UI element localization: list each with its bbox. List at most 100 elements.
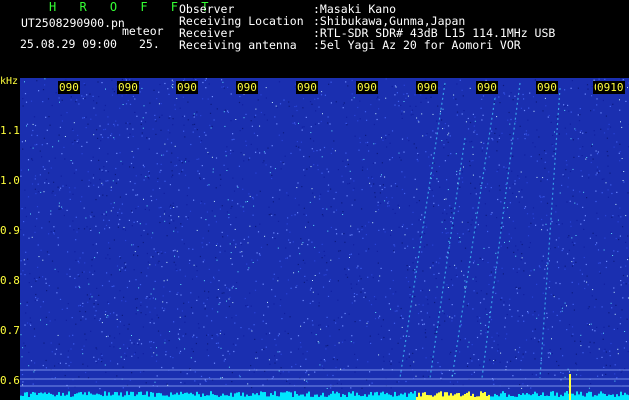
noise-pixel [60,353,62,355]
amplitude-bar [268,396,270,400]
noise-bright-pixel [308,374,310,376]
noise-pixel [558,364,560,367]
noise-pixel [279,351,281,353]
noise-pixel [330,226,332,229]
noise-pixel [54,157,56,159]
noise-pixel [104,228,106,230]
noise-pixel [172,357,174,359]
noise-pixel [509,133,511,136]
noise-pixel [101,360,103,363]
noise-pixel [82,316,84,318]
noise-pixel [264,152,266,154]
noise-pixel [139,91,141,93]
noise-pixel [450,278,452,281]
noise-pixel [415,277,417,280]
noise-bright-pixel [61,206,63,208]
noise-pixel [623,347,625,349]
noise-bright-pixel [64,136,66,137]
noise-bright-pixel [208,184,210,186]
noise-pixel [519,125,521,127]
noise-pixel [595,150,597,152]
noise-pixel [371,177,374,179]
noise-pixel [490,213,492,215]
amplitude-bar [402,394,404,400]
noise-pixel [218,346,220,348]
noise-pixel [616,191,618,193]
noise-pixel [410,114,412,116]
noise-pixel [491,130,493,132]
noise-pixel [215,221,217,223]
noise-pixel [30,324,32,326]
noise-pixel [526,182,528,184]
noise-pixel [441,338,443,341]
noise-pixel [502,225,504,228]
noise-bright-pixel [474,120,476,122]
noise-pixel [230,149,232,151]
amplitude-bar [196,391,198,400]
noise-bright-pixel [247,201,248,202]
noise-bright-pixel [557,219,559,221]
noise-pixel [68,335,70,337]
noise-pixel [422,304,424,306]
noise-pixel [204,308,206,310]
noise-pixel [111,285,113,288]
noise-bright-pixel [591,143,593,145]
noise-bright-pixel [312,291,314,293]
noise-pixel [393,250,395,252]
noise-pixel [333,319,335,321]
noise-pixel [570,225,572,227]
noise-pixel [419,238,421,240]
noise-pixel [44,84,46,86]
noise-pixel [220,330,222,332]
noise-pixel [327,122,329,124]
noise-pixel [498,185,500,187]
noise-pixel [132,128,134,130]
noise-pixel [93,303,95,305]
noise-pixel [178,256,180,258]
noise-pixel [225,383,227,385]
noise-bright-pixel [441,140,443,142]
y-tick-label: 0.8 [0,274,20,287]
noise-pixel [314,260,316,262]
noise-pixel [65,319,67,321]
noise-pixel [161,114,163,116]
noise-pixel [310,287,312,289]
noise-pixel [426,226,428,228]
noise-pixel [388,134,390,136]
noise-bright-pixel [572,168,574,170]
noise-pixel [475,280,477,282]
noise-pixel [119,208,121,210]
noise-pixel [532,330,534,332]
noise-pixel [452,284,454,286]
noise-pixel [425,134,427,136]
noise-bright-pixel [545,223,547,225]
noise-pixel [121,267,123,269]
amplitude-bar [242,392,244,400]
noise-pixel [425,151,427,153]
noise-pixel [145,223,147,225]
noise-pixel [146,275,148,277]
amplitude-bar [256,393,258,400]
noise-pixel [319,149,321,151]
noise-pixel [216,108,218,110]
amplitude-bar [206,395,208,400]
noise-bright-pixel [624,331,626,332]
noise-pixel [571,241,573,243]
x-tick-label: 090 [236,81,258,94]
noise-pixel [398,226,400,228]
noise-pixel [528,246,530,248]
noise-bright-pixel [26,125,27,127]
amplitude-bar [438,392,440,400]
noise-pixel [417,160,419,162]
noise-bright-pixel [203,280,205,282]
noise-bright-pixel [230,252,232,254]
noise-pixel [432,366,434,368]
amplitude-bar [126,391,128,400]
noise-pixel [433,324,435,326]
noise-pixel [431,358,434,360]
noise-bright-pixel [57,334,59,336]
amplitude-bar [204,396,206,400]
noise-pixel [620,216,622,218]
noise-pixel [301,126,303,128]
noise-pixel [117,212,119,214]
